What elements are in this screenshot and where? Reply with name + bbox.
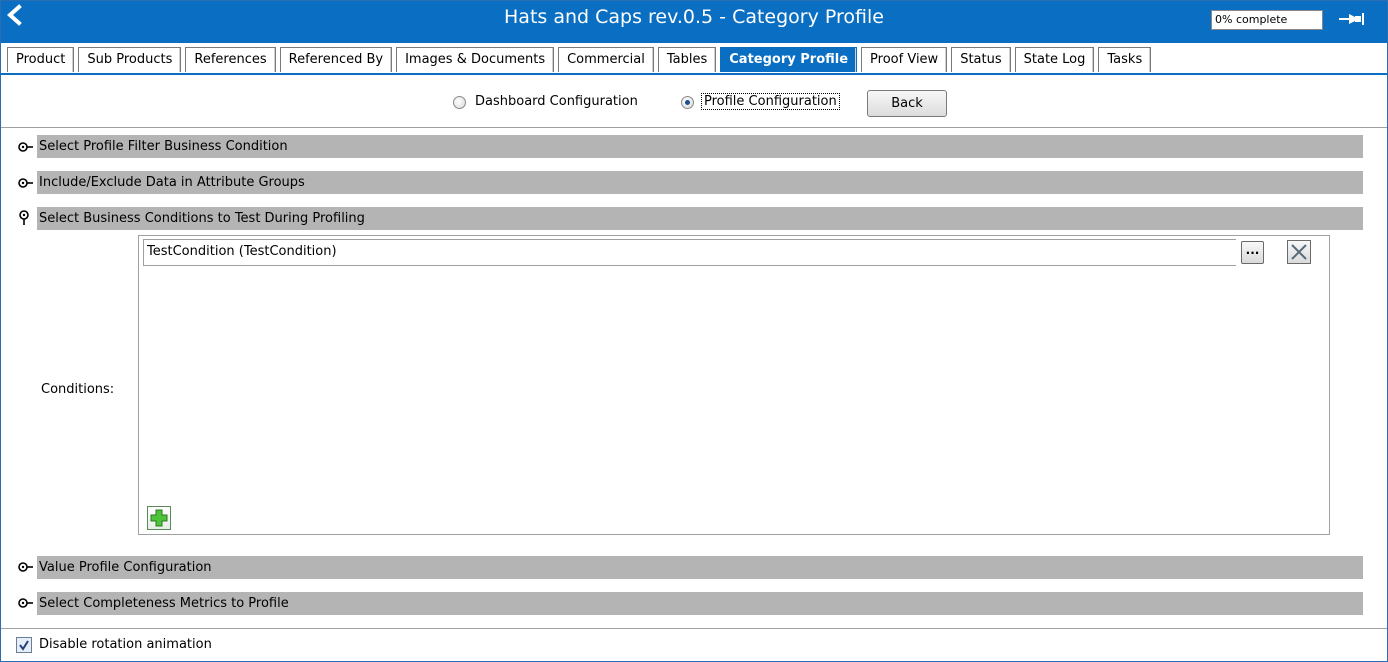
title-bar: Hats and Caps rev.0.5 - Category Profile… <box>1 1 1387 43</box>
tab-status[interactable]: Status <box>951 47 1011 72</box>
browse-button[interactable]: ... <box>1241 241 1264 264</box>
section-value-profile[interactable]: Value Profile Configuration <box>37 556 1363 579</box>
section-profile-filter[interactable]: Select Profile Filter Business Condition <box>37 135 1363 158</box>
back-button[interactable]: Back <box>867 90 947 117</box>
tab-category-profile[interactable]: Category Profile <box>720 47 858 72</box>
conditions-label: Conditions: <box>41 382 115 397</box>
separator-bottom <box>1 628 1387 629</box>
tab-images-documents[interactable]: Images & Documents <box>396 47 555 72</box>
expand-icon[interactable] <box>17 176 37 190</box>
tab-product[interactable]: Product <box>7 47 75 72</box>
plus-icon[interactable] <box>147 506 171 530</box>
close-icon[interactable] <box>1287 240 1311 264</box>
tab-sub-products[interactable]: Sub Products <box>78 47 182 72</box>
tab-references[interactable]: References <box>185 47 276 72</box>
section-completeness[interactable]: Select Completeness Metrics to Profile <box>37 592 1363 615</box>
profile-configuration-radio[interactable] <box>681 96 694 109</box>
tab-bar: Product Sub Products References Referenc… <box>7 47 1155 74</box>
tab-state-log[interactable]: State Log <box>1014 47 1095 72</box>
tab-proof-view[interactable]: Proof View <box>861 47 948 72</box>
disable-rotation-label[interactable]: Disable rotation animation <box>39 636 212 654</box>
disable-rotation-checkbox[interactable] <box>16 637 32 653</box>
conditions-list <box>138 235 1330 535</box>
expand-icon[interactable] <box>17 140 37 154</box>
collapse-icon[interactable] <box>17 210 37 225</box>
profile-configuration-label-text: Profile Configuration <box>701 93 840 110</box>
tab-tasks[interactable]: Tasks <box>1098 47 1152 72</box>
condition-item[interactable]: TestCondition (TestCondition) <box>143 239 1236 266</box>
profile-configuration-label[interactable]: Profile Configuration <box>701 93 840 111</box>
section-business-conditions[interactable]: Select Business Conditions to Test Durin… <box>37 207 1363 230</box>
expand-icon[interactable] <box>17 596 37 610</box>
separator-top <box>1 127 1387 128</box>
pin-icon[interactable] <box>1337 9 1371 29</box>
configuration-mode-row: Dashboard Configuration Profile Configur… <box>1 87 1387 121</box>
category-profile-window: Hats and Caps rev.0.5 - Category Profile… <box>0 0 1388 662</box>
tab-underline <box>1 73 1387 75</box>
tab-commercial[interactable]: Commercial <box>558 47 654 72</box>
progress-indicator: 0% complete <box>1211 10 1323 30</box>
section-include-exclude[interactable]: Include/Exclude Data in Attribute Groups <box>37 171 1363 194</box>
expand-icon[interactable] <box>17 560 37 574</box>
tab-referenced-by[interactable]: Referenced By <box>279 47 393 72</box>
dashboard-configuration-radio[interactable] <box>453 96 466 109</box>
tab-tables[interactable]: Tables <box>657 47 717 72</box>
window-title: Hats and Caps rev.0.5 - Category Profile <box>504 6 884 28</box>
dashboard-configuration-label[interactable]: Dashboard Configuration <box>475 93 638 111</box>
